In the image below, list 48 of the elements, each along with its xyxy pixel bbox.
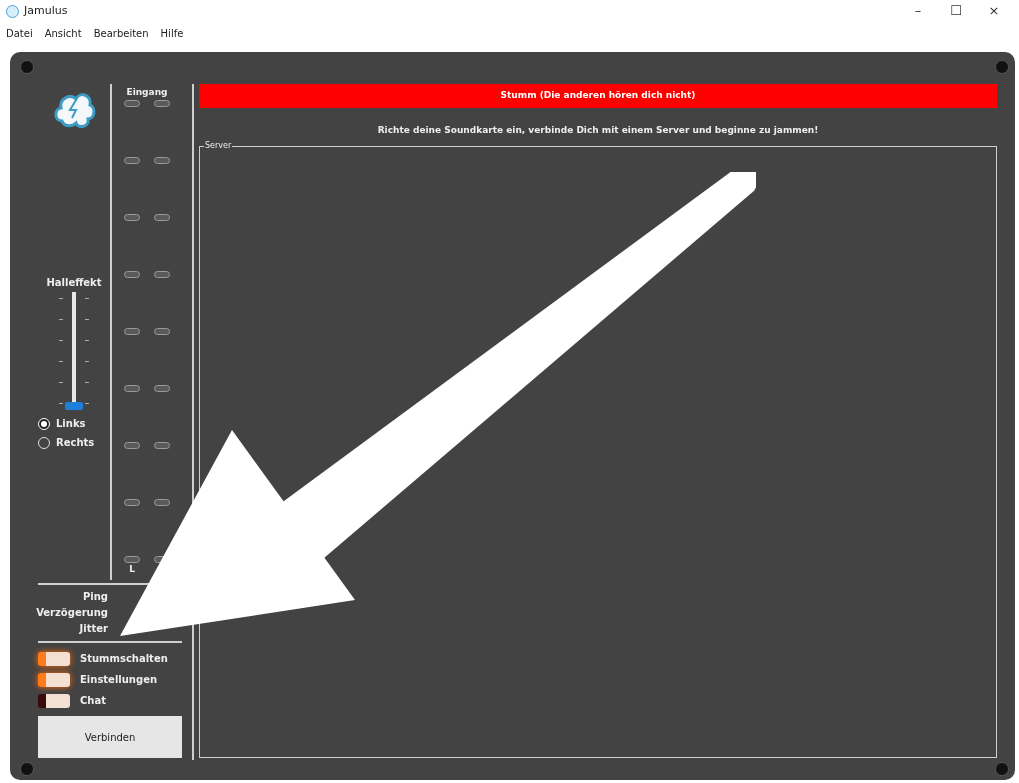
reverb-label: Halleffekt [46, 276, 102, 290]
app-icon [6, 4, 19, 18]
meter-led [154, 328, 170, 335]
toggle-label: Chat [80, 694, 106, 708]
toggle-label: Einstellungen [80, 673, 158, 687]
meter-led [124, 442, 140, 449]
reverb-slider[interactable] [65, 292, 83, 410]
connect-button[interactable]: Verbinden [38, 716, 182, 758]
screw-icon [20, 60, 34, 74]
meter-led [154, 214, 170, 221]
mute-banner: Stumm (Die anderen hören dich nicht) [199, 84, 997, 108]
meter-led [154, 100, 170, 107]
screw-icon [20, 762, 34, 776]
window-title: Jamulus [24, 2, 68, 19]
stat-label: Ping [82, 590, 108, 604]
toggle-switch[interactable] [38, 672, 70, 687]
screw-icon [995, 60, 1009, 74]
hint-text: Richte deine Soundkarte ein, verbinde Dich mit einem Server und beginne zu jammen! [376, 124, 820, 137]
meter-led [124, 385, 140, 392]
window-control[interactable]: ☐ [937, 1, 975, 21]
meter-led [124, 499, 140, 506]
window-control[interactable]: × [975, 1, 1013, 21]
meter-led [154, 157, 170, 164]
meter-led [124, 214, 140, 221]
meter-led [124, 100, 140, 107]
meter-led [124, 328, 140, 335]
radio-label: Rechts [56, 436, 95, 450]
meter-led [124, 271, 140, 278]
window-control[interactable]: – [899, 1, 937, 21]
meter-led [124, 157, 140, 164]
radio-label: Links [56, 417, 86, 431]
channel-label: L [129, 563, 135, 576]
menu-item[interactable]: Bearbeiten [93, 25, 149, 41]
toggle-switch[interactable] [38, 693, 70, 708]
menu-item[interactable]: Ansicht [44, 25, 82, 41]
meter-led [154, 385, 170, 392]
meter-led [154, 499, 170, 506]
stat-label: Verzögerung [36, 606, 108, 620]
screw-icon [995, 762, 1009, 776]
meter-led [154, 442, 170, 449]
meter-led [124, 556, 140, 563]
toggle-label: Stummschalten [80, 652, 168, 666]
menu-item[interactable]: Hilfe [160, 25, 184, 41]
menu-item[interactable]: Datei [6, 25, 33, 41]
toggle-switch[interactable] [38, 651, 70, 666]
meter-led [154, 271, 170, 278]
stat-label: Jitter [79, 622, 108, 636]
input-meter-label: Eingang [126, 86, 168, 98]
